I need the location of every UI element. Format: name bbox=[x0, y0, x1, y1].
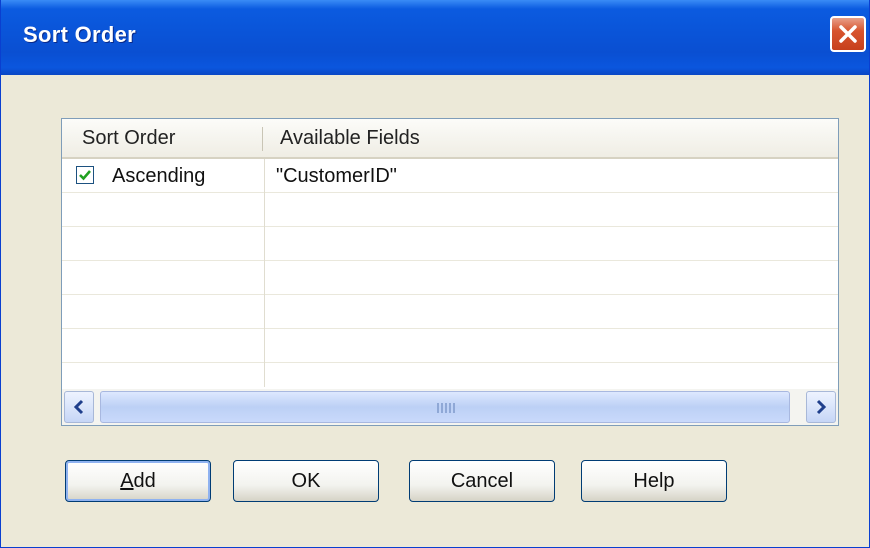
add-label-rest: dd bbox=[133, 470, 156, 492]
field-cell[interactable]: "CustomerID" bbox=[276, 159, 397, 193]
column-header-sort-order[interactable]: Sort Order bbox=[82, 119, 175, 157]
scroll-thumb[interactable] bbox=[100, 391, 790, 423]
grip-icon bbox=[437, 403, 455, 413]
table-row[interactable] bbox=[62, 295, 838, 329]
ok-button[interactable]: OK bbox=[233, 460, 379, 502]
table-row[interactable] bbox=[62, 329, 838, 363]
close-icon bbox=[839, 25, 857, 43]
table-row[interactable] bbox=[62, 227, 838, 261]
grid-header: Sort Order Available Fields bbox=[62, 119, 838, 159]
close-button[interactable] bbox=[830, 16, 866, 52]
cancel-button[interactable]: Cancel bbox=[409, 460, 555, 502]
arrow-left-icon bbox=[73, 399, 84, 415]
arrow-right-icon bbox=[816, 399, 827, 415]
help-button[interactable]: Help bbox=[581, 460, 727, 502]
ascending-checkbox[interactable] bbox=[76, 166, 94, 184]
table-row[interactable] bbox=[62, 261, 838, 295]
add-mnemonic: A bbox=[120, 470, 134, 492]
table-row[interactable]: Ascending "CustomerID" bbox=[62, 159, 838, 193]
scroll-right-button[interactable] bbox=[806, 391, 836, 423]
column-separator[interactable] bbox=[262, 127, 263, 151]
title-bar[interactable]: Sort Order bbox=[1, 0, 869, 75]
add-button[interactable]: Add bbox=[65, 460, 211, 502]
sort-order-dialog: Sort Order Sort Order Available Fields A… bbox=[0, 0, 870, 548]
checkmark-icon bbox=[79, 170, 91, 181]
horizontal-scrollbar[interactable] bbox=[62, 389, 838, 425]
column-divider bbox=[264, 159, 265, 387]
sort-order-cell[interactable]: Ascending bbox=[112, 159, 205, 193]
table-row[interactable] bbox=[62, 193, 838, 227]
window-title: Sort Order bbox=[23, 22, 137, 47]
scroll-left-button[interactable] bbox=[64, 391, 94, 423]
column-header-available-fields[interactable]: Available Fields bbox=[280, 119, 420, 157]
sort-grid: Sort Order Available Fields Ascending "C… bbox=[61, 118, 839, 426]
